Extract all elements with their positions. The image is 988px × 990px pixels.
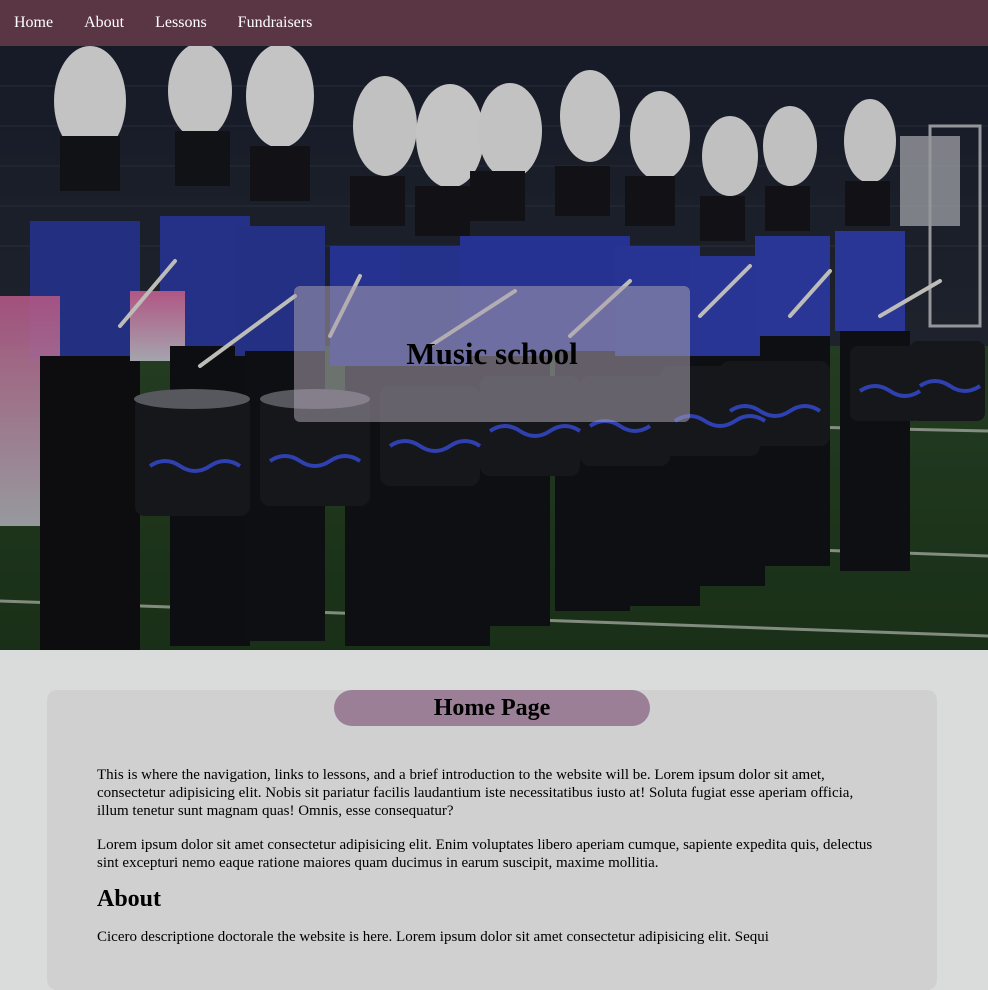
intro-paragraph: This is where the navigation, links to l… (97, 767, 854, 819)
nav-link-fundraisers[interactable]: Fundraisers (238, 14, 313, 32)
page-heading-pill: Home Page (334, 690, 650, 726)
top-navbar: Home About Lessons Fundraisers (0, 0, 988, 46)
about-heading: About (97, 886, 162, 912)
nav-link-home[interactable]: Home (14, 14, 53, 32)
page-heading: Home Page (433, 694, 551, 721)
hero-title: Music school (406, 336, 578, 371)
content-card: Home Page This is where the navigation, … (47, 690, 937, 990)
card-body: This is where the navigation, links to l… (97, 766, 877, 962)
about-paragraph: Cicero descriptione doctorale the websit… (97, 929, 769, 945)
hero-title-box: Music school (294, 286, 690, 422)
nav-link-lessons[interactable]: Lessons (155, 14, 207, 32)
second-paragraph: Lorem ipsum dolor sit amet consectetur a… (97, 837, 873, 871)
hero-banner: Music school (0, 46, 988, 650)
nav-link-about[interactable]: About (84, 14, 124, 32)
